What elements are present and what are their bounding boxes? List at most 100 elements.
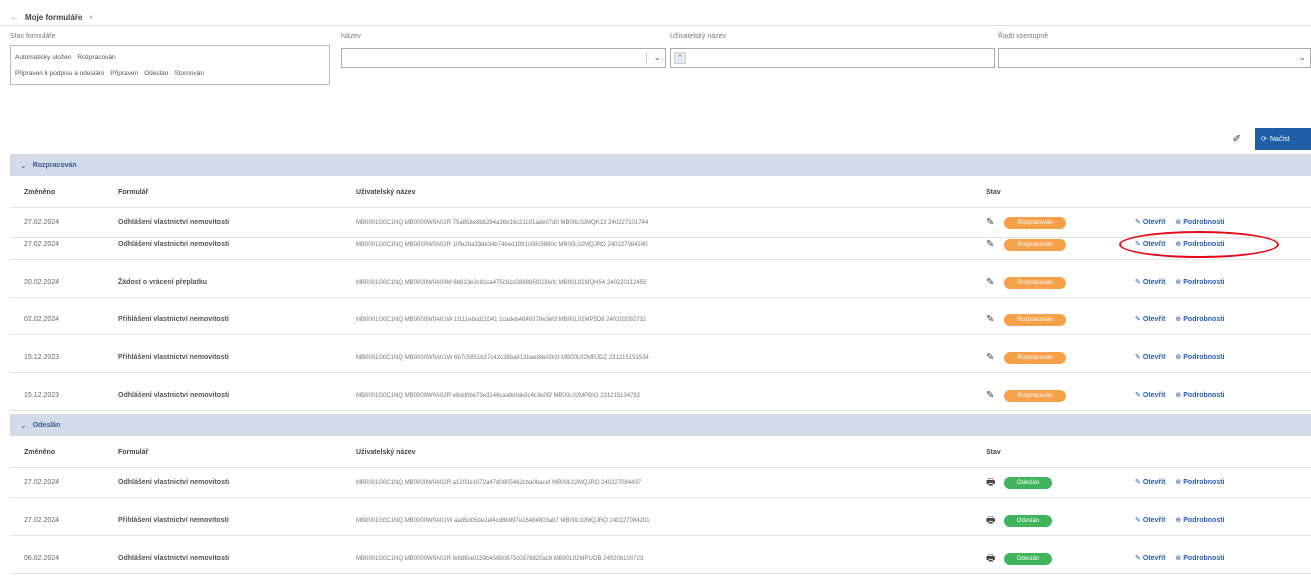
- column-state[interactable]: Stav: [986, 438, 1106, 468]
- row-state: ✎ Rozpracován: [986, 343, 1106, 373]
- details-icon: ⊕: [1175, 517, 1182, 524]
- details-link[interactable]: ⊕ Podrobnosti: [1175, 316, 1224, 323]
- open-link[interactable]: ✎ Otevřít: [1135, 479, 1165, 486]
- chevron-down-icon[interactable]: ⌄: [1298, 52, 1306, 63]
- row-form: Přihlášení vlastnictví nemovitosti: [118, 517, 229, 524]
- row-username: MB0001G0C1NQ MB0000W0A01W 1f111ebcd11041…: [356, 317, 647, 323]
- status-option[interactable]: Odeslán: [144, 70, 168, 77]
- table-row[interactable]: 15.12.2023 Přihlášení vlastnictví nemovi…: [10, 343, 1311, 373]
- name-select[interactable]: ⌄: [341, 48, 666, 68]
- details-link[interactable]: ⊕ Podrobnosti: [1175, 392, 1224, 399]
- clear-filter-icon[interactable]: ✐: [1233, 134, 1241, 145]
- status-badge: Odeslán: [1004, 515, 1052, 527]
- open-link[interactable]: ✎ Otevřít: [1135, 316, 1165, 323]
- load-button[interactable]: ⟳ Načíst: [1255, 128, 1311, 150]
- column-username[interactable]: Uživatelský název: [356, 438, 966, 468]
- status-option[interactable]: Rozpracován: [77, 54, 115, 61]
- table-header: Změněno Formulář Uživatelský název Stav: [10, 178, 1311, 208]
- filters-panel: Stav formuláře Automaticky uložen Rozpra…: [10, 33, 1311, 123]
- status-option[interactable]: Připraven: [110, 70, 138, 77]
- status-options-row-1: Automaticky uložen Rozpracován: [15, 49, 325, 65]
- column-form[interactable]: Formulář: [118, 178, 368, 208]
- status-option[interactable]: Stornován: [174, 70, 204, 77]
- open-link[interactable]: ✎ Otevřít: [1135, 219, 1165, 226]
- refresh-icon: ⟳: [1261, 136, 1267, 143]
- open-link[interactable]: ✎ Otevřít: [1135, 354, 1165, 361]
- row-actions: ✎ Otevřít ⊕ Podrobnosti: [1135, 544, 1311, 574]
- details-label: Podrobnosti: [1183, 354, 1225, 361]
- column-form[interactable]: Formulář: [118, 438, 368, 468]
- status-badge: Rozpracován: [1004, 390, 1066, 402]
- table-row[interactable]: 27.02.2024 Odhlášení vlastnictví nemovit…: [10, 468, 1311, 498]
- open-label: Otevřít: [1142, 279, 1166, 286]
- open-link[interactable]: ✎ Otevřít: [1135, 279, 1165, 286]
- pencil-icon: ✎: [986, 390, 995, 401]
- column-state[interactable]: Stav: [986, 178, 1106, 208]
- status-options-row-2: Připraven k podpisu a odeslání Připraven…: [15, 65, 325, 81]
- column-date[interactable]: Změněno: [24, 178, 94, 208]
- details-label: Podrobnosti: [1183, 517, 1225, 524]
- sort-filter-label: Řadit vzestupně: [998, 33, 1049, 40]
- load-button-label: Načíst: [1269, 135, 1290, 143]
- table-row[interactable]: 27.02.2024 Přihlášení vlastnictví nemovi…: [10, 506, 1311, 536]
- group-header-draft[interactable]: ⌄ Rozpracován: [10, 154, 1311, 176]
- row-state: ✎ Rozpracován: [986, 381, 1106, 411]
- open-link[interactable]: ✎ Otevřít: [1135, 517, 1165, 524]
- row-username: MB0001G0C1NQ MB0000W0A02R 10fe2ba33de34b…: [356, 242, 648, 248]
- table-row[interactable]: 27.02.2024 Odhlášení vlastnictví nemovit…: [10, 230, 1311, 260]
- row-actions: ✎ Otevřít ⊕ Podrobnosti: [1135, 468, 1311, 498]
- close-icon[interactable]: ×: [88, 13, 93, 22]
- status-option[interactable]: Automaticky uložen: [15, 54, 71, 61]
- details-icon: ⊕: [1175, 279, 1182, 286]
- details-link[interactable]: ⊕ Podrobnosti: [1175, 555, 1224, 562]
- table-row[interactable]: 15.12.2023 Odhlášení vlastnictví nemovit…: [10, 381, 1311, 411]
- table-row[interactable]: 20.02.2024 Žádost o vrácení přeplatku MB…: [10, 268, 1311, 298]
- chevron-down-icon[interactable]: ⌄: [20, 161, 27, 170]
- sort-select[interactable]: ⌄: [998, 48, 1311, 68]
- printer-icon: 🖶: [986, 553, 996, 564]
- edit-icon: ✎: [1135, 316, 1141, 323]
- details-link[interactable]: ⊕ Podrobnosti: [1175, 354, 1224, 361]
- row-date: 15.12.2023: [24, 354, 60, 361]
- row-username: MB0001G0C1NQ MB0000W0A01W aa85d05de2af4c…: [356, 518, 650, 524]
- open-link[interactable]: ✎ Otevřít: [1135, 392, 1165, 399]
- details-label: Podrobnosti: [1183, 392, 1225, 399]
- chevron-down-icon[interactable]: ⌄: [20, 421, 27, 430]
- status-badge: Rozpracován: [1004, 352, 1066, 364]
- row-actions: ✎ Otevřít ⊕ Podrobnosti: [1135, 381, 1311, 411]
- details-link[interactable]: ⊕ Podrobnosti: [1175, 479, 1224, 486]
- status-badge: Odeslán: [1004, 553, 1052, 565]
- status-filter[interactable]: Automaticky uložen Rozpracován Připraven…: [10, 45, 330, 85]
- column-username[interactable]: Uživatelský název: [356, 178, 966, 208]
- chevron-down-icon[interactable]: ⌄: [653, 52, 661, 63]
- row-username: MB0001G0C1NQ MB0000W0A02R a1203e1072a47d…: [356, 480, 642, 486]
- details-link[interactable]: ⊕ Podrobnosti: [1175, 517, 1224, 524]
- details-label: Podrobnosti: [1183, 555, 1225, 562]
- open-label: Otevřít: [1142, 316, 1166, 323]
- details-icon: ⊕: [1175, 392, 1182, 399]
- open-label: Otevřít: [1142, 392, 1166, 399]
- row-date: 02.02.2024: [24, 316, 60, 323]
- pencil-icon: ✎: [986, 352, 995, 363]
- row-state: ✎ Rozpracován: [986, 268, 1106, 298]
- table-row[interactable]: 02.02.2024 Přihlášení vlastnictví nemovi…: [10, 305, 1311, 335]
- table-row[interactable]: 06.02.2024 Odhlášení vlastnictví nemovit…: [10, 544, 1311, 574]
- row-form: Přihlášení vlastnictví nemovitosti: [118, 316, 229, 323]
- group-header-sent[interactable]: ⌄ Odeslán: [10, 414, 1311, 436]
- filter-actions: ✐ ⟳ Načíst: [1233, 128, 1311, 150]
- edit-icon: ✎: [1135, 279, 1141, 286]
- details-label: Podrobnosti: [1183, 279, 1225, 286]
- column-date[interactable]: Změněno: [24, 438, 94, 468]
- status-option[interactable]: Připraven k podpisu a odeslání: [15, 70, 104, 77]
- pencil-icon: ✎: [986, 239, 995, 250]
- username-input[interactable]: *: [670, 48, 995, 68]
- details-link[interactable]: ⊕ Podrobnosti: [1175, 279, 1224, 286]
- open-link[interactable]: ✎ Otevřít: [1135, 555, 1165, 562]
- tab-title[interactable]: Moje formuláře: [25, 13, 82, 22]
- row-username: MB0001G0C1NQ MB0000W0A02R e6dd0be73e3146…: [356, 393, 641, 399]
- back-arrow-icon[interactable]: ←: [10, 12, 19, 22]
- details-link[interactable]: ⊕ Podrobnosti: [1175, 219, 1224, 226]
- row-state: 🖶 Odeslán: [986, 506, 1106, 536]
- row-form: Odhlášení vlastnictví nemovitosti: [118, 392, 230, 399]
- row-state: ✎ Rozpracován: [986, 305, 1106, 335]
